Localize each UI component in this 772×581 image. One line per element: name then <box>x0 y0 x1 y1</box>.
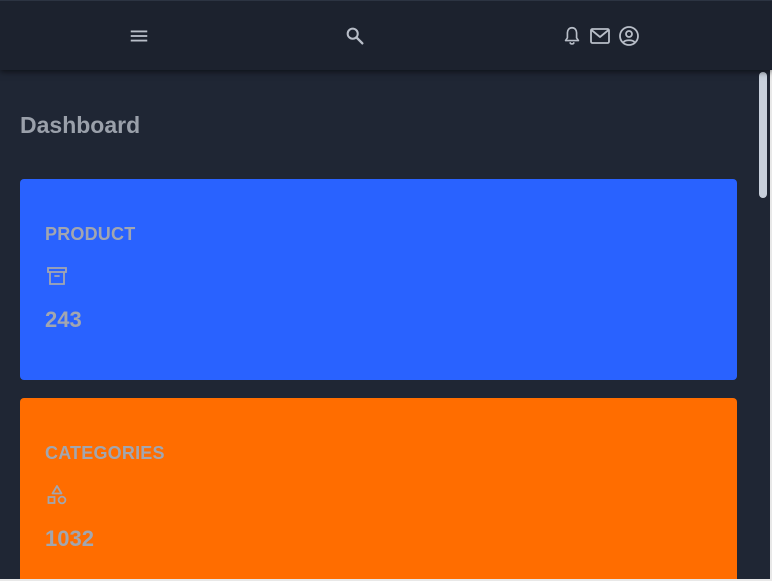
shapes-icon <box>47 485 67 505</box>
notifications-button[interactable] <box>559 23 585 49</box>
search-icon <box>346 27 364 45</box>
bell-icon <box>564 26 580 45</box>
menu-icon <box>130 30 148 42</box>
product-stat-card[interactable]: PRODUCT 243 <box>20 179 737 380</box>
topbar-border <box>0 0 772 1</box>
card-value: 243 <box>45 307 82 332</box>
search-button[interactable] <box>342 23 368 49</box>
archive-icon <box>47 267 67 285</box>
page-title: Dashboard <box>20 112 141 138</box>
categories-stat-card[interactable]: CATEGORIES 1032 <box>20 398 737 581</box>
user-circle-icon <box>619 26 639 46</box>
card-value: 1032 <box>45 526 94 551</box>
mail-icon <box>590 28 610 44</box>
main-content: Dashboard PRODUCT 243 CATEGORIES 1032 <box>0 70 756 581</box>
card-label: PRODUCT <box>45 224 136 244</box>
dashboard-app: Dashboard PRODUCT 243 CATEGORIES 1032 <box>0 0 772 581</box>
profile-button[interactable] <box>616 23 642 49</box>
menu-button[interactable] <box>126 23 152 49</box>
messages-button[interactable] <box>587 23 613 49</box>
scrollbar-thumb[interactable] <box>759 72 767 198</box>
top-navbar <box>0 0 772 70</box>
card-label: CATEGORIES <box>45 443 165 463</box>
